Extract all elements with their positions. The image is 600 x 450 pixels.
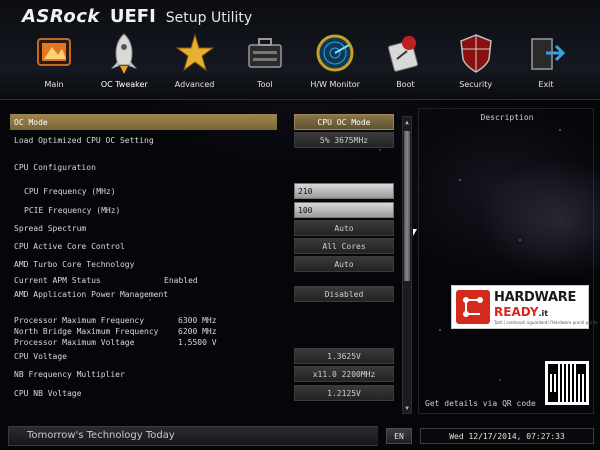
setting-label: Spread Spectrum xyxy=(14,223,87,233)
rocket-icon xyxy=(101,30,147,76)
nav-tool-label: Tool xyxy=(257,80,273,89)
section-cpu-configuration[interactable]: CPU Configuration xyxy=(10,159,398,175)
nav-security-label: Security xyxy=(459,80,493,89)
brand: ASRock UEFI Setup Utility xyxy=(22,6,252,28)
setting-label: CPU Frequency (MHz) xyxy=(24,186,116,196)
qr-code xyxy=(545,361,589,405)
cpu-voltage-select[interactable]: 1.3625V xyxy=(294,348,394,364)
info-label: Processor Maximum Voltage xyxy=(14,337,135,347)
cpu-nb-voltage-select[interactable]: 1.2125V xyxy=(294,385,394,401)
tagline: Tomorrow's Technology Today xyxy=(27,430,175,441)
nav-main-label: Main xyxy=(44,80,64,89)
language-button[interactable]: EN xyxy=(386,428,412,444)
nav-oc-tweaker-label: OC Tweaker xyxy=(100,80,148,89)
setting-label: Load Optimized CPU OC Setting xyxy=(14,135,154,145)
nav-main[interactable]: Main xyxy=(20,30,88,96)
product-subtitle: Setup Utility xyxy=(165,10,253,26)
pcie-frequency-input[interactable]: 100 xyxy=(294,202,394,218)
nav-exit[interactable]: Exit xyxy=(512,30,580,96)
description-panel: Description HARDWARE READY.it Tutti i co… xyxy=(418,108,598,414)
setting-label: CPU Voltage xyxy=(14,351,67,361)
radar-icon xyxy=(312,30,358,76)
info-value: Enabled xyxy=(164,275,198,285)
nav-boot[interactable]: Boot xyxy=(371,30,439,96)
apm-select[interactable]: Disabled xyxy=(294,286,394,302)
setting-nb-multiplier[interactable]: NB Frequency Multiplier x11.0 2200MHz xyxy=(10,366,398,382)
shield-icon xyxy=(453,30,499,76)
setting-label: OC Mode xyxy=(14,117,48,127)
tagline-bar: Tomorrow's Technology Today xyxy=(8,426,378,446)
top-nav: Main OC Tweaker Advanced Tool H/W Monito… xyxy=(20,30,580,96)
section-label: CPU Configuration xyxy=(14,162,96,172)
setting-cpu-voltage[interactable]: CPU Voltage 1.3625V xyxy=(10,348,398,364)
nb-multiplier-select[interactable]: x11.0 2200MHz xyxy=(294,366,394,382)
watermark-line1: HARDWARE xyxy=(494,290,577,305)
setting-pcie-frequency[interactable]: PCIE Frequency (MHz) 100 xyxy=(10,202,398,218)
cpu-frequency-input[interactable]: 210 xyxy=(294,183,394,199)
product-name: UEFI xyxy=(109,6,156,27)
mouse-cursor-icon xyxy=(413,229,417,236)
nav-advanced-label: Advanced xyxy=(174,80,215,89)
datetime-display[interactable]: Wed 12/17/2014, 07:27:33 xyxy=(420,428,594,444)
setting-label: NB Frequency Multiplier xyxy=(14,369,125,379)
circuit-logo-icon xyxy=(456,290,490,324)
setting-label: AMD Turbo Core Technology xyxy=(14,259,135,269)
qr-caption: Get details via QR code xyxy=(425,399,536,408)
setting-label: CPU NB Voltage xyxy=(14,388,82,398)
watermark-line2: READY.it xyxy=(494,305,549,319)
nav-hw-monitor-label: H/W Monitor xyxy=(310,80,360,89)
nav-advanced[interactable]: Advanced xyxy=(161,30,229,96)
exit-icon xyxy=(523,30,569,76)
setting-apm[interactable]: AMD Application Power Management Disable… xyxy=(10,286,398,302)
setting-turbo-core[interactable]: AMD Turbo Core Technology Auto xyxy=(10,256,398,272)
nav-oc-tweaker[interactable]: OC Tweaker xyxy=(90,30,158,96)
setting-spread-spectrum[interactable]: Spread Spectrum Auto xyxy=(10,220,398,236)
header: ASRock UEFI Setup Utility Main OC Tweake… xyxy=(0,0,600,100)
selection-highlight xyxy=(10,114,277,130)
nav-exit-label: Exit xyxy=(538,80,554,89)
settings-scrollbar[interactable]: ▲ ▼ xyxy=(402,116,412,414)
settings-panel: OC Mode CPU OC Mode Load Optimized CPU O… xyxy=(10,108,398,418)
nav-boot-label: Boot xyxy=(396,80,415,89)
star-icon xyxy=(172,30,218,76)
scroll-thumb[interactable] xyxy=(404,131,410,281)
brand-logo: ASRock xyxy=(22,6,100,27)
footer: Tomorrow's Technology Today EN Wed 12/17… xyxy=(8,426,594,446)
nav-security[interactable]: Security xyxy=(442,30,510,96)
setting-label: AMD Application Power Management xyxy=(14,289,169,299)
description-title: Description xyxy=(480,113,534,122)
setting-label: PCIE Frequency (MHz) xyxy=(24,205,121,215)
watermark-tagline: Tutti i contenuti riguardanti l'Hardware… xyxy=(494,320,598,325)
setting-cpu-frequency[interactable]: CPU Frequency (MHz) 210 xyxy=(10,183,398,199)
nav-tool[interactable]: Tool xyxy=(231,30,299,96)
scroll-up-icon[interactable]: ▲ xyxy=(403,118,411,126)
info-value: 1.5500 V xyxy=(178,337,217,347)
info-label: Current APM Status xyxy=(14,275,101,285)
setting-cpu-nb-voltage[interactable]: CPU NB Voltage 1.2125V xyxy=(10,385,398,401)
setting-load-oc[interactable]: Load Optimized CPU OC Setting 5% 3675MHz xyxy=(10,132,398,148)
setting-label: CPU Active Core Control xyxy=(14,241,125,251)
toolbox-icon xyxy=(242,30,288,76)
load-oc-select[interactable]: 5% 3675MHz xyxy=(294,132,394,148)
oc-mode-select[interactable]: CPU OC Mode xyxy=(294,114,394,130)
core-control-select[interactable]: All Cores xyxy=(294,238,394,254)
turbo-core-select[interactable]: Auto xyxy=(294,256,394,272)
setting-oc-mode[interactable]: OC Mode CPU OC Mode xyxy=(10,114,398,130)
nav-hw-monitor[interactable]: H/W Monitor xyxy=(301,30,369,96)
hardwareready-watermark: HARDWARE READY.it Tutti i contenuti rigu… xyxy=(451,285,598,329)
main-icon xyxy=(31,30,77,76)
spread-spectrum-select[interactable]: Auto xyxy=(294,220,394,236)
setting-core-control[interactable]: CPU Active Core Control All Cores xyxy=(10,238,398,254)
scroll-down-icon[interactable]: ▼ xyxy=(403,404,411,412)
boot-icon xyxy=(382,30,428,76)
